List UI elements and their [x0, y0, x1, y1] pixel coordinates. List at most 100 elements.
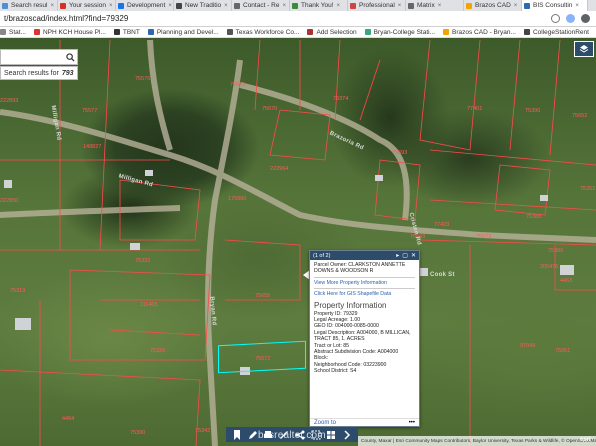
- star-icon[interactable]: [551, 14, 560, 23]
- maximize-icon[interactable]: ▢: [402, 252, 408, 259]
- shapefile-link[interactable]: Click Here for GIS Shapefile Data: [314, 291, 415, 297]
- parcel-label[interactable]: 77401: [467, 106, 482, 112]
- next-icon[interactable]: ▸: [396, 252, 399, 259]
- parcel-label[interactable]: 75390: [130, 430, 145, 436]
- search-icon[interactable]: [63, 52, 77, 62]
- tab-label: Matrix: [417, 2, 435, 9]
- browser-tab[interactable]: Your session ×: [58, 0, 116, 11]
- parcel-label[interactable]: 222964: [270, 166, 288, 172]
- parcel-label[interactable]: 75319: [10, 288, 25, 294]
- zoom-to-link[interactable]: Zoom to: [314, 420, 409, 426]
- extension-icon[interactable]: [566, 14, 575, 23]
- parcel-label[interactable]: 111405: [140, 302, 158, 308]
- browser-tab[interactable]: Thank You! ×: [290, 0, 348, 11]
- parcel-label[interactable]: 205476: [540, 264, 558, 270]
- browser-tab[interactable]: Brazos CAD ×: [464, 0, 522, 11]
- browser-tab[interactable]: Search resul ×: [0, 0, 58, 11]
- parcel-label[interactable]: 75576: [135, 76, 150, 82]
- parcel-label[interactable]: 75351: [580, 186, 595, 192]
- parcel-label[interactable]: 75332: [135, 258, 150, 264]
- parcel-label[interactable]: 75385: [548, 248, 563, 254]
- parcel-label[interactable]: 79374: [333, 96, 348, 102]
- parcel-label[interactable]: 222850: [0, 198, 18, 204]
- search-results-query: 793: [61, 69, 74, 77]
- bookmark-item[interactable]: TBNT: [113, 29, 140, 36]
- parcel-label[interactable]: 75390: [525, 108, 540, 114]
- parcel-label[interactable]: 4463: [560, 278, 572, 284]
- parcel-label[interactable]: 75573: [476, 234, 491, 240]
- basemap-gallery-icon[interactable]: [326, 429, 337, 440]
- parcel-label[interactable]: 75655: [230, 82, 245, 88]
- tab-close-icon[interactable]: ×: [224, 3, 228, 9]
- parcel-label[interactable]: 75655: [255, 293, 270, 299]
- layers-button[interactable]: [574, 41, 594, 57]
- bookmark-item[interactable]: Brazos CAD - Bryan...: [443, 29, 516, 36]
- search-input[interactable]: [1, 53, 63, 61]
- selected-parcel[interactable]: [218, 340, 306, 374]
- tab-favicon-icon: [350, 2, 356, 9]
- bookmark-item[interactable]: Planning and Devel...: [147, 29, 219, 36]
- popup-body: Parcel Owner: CLARKSTON ANNETTE DOWNS & …: [310, 260, 419, 377]
- address-bar[interactable]: t/brazoscad/index.html?find=79329: [0, 11, 596, 27]
- bookmark-item[interactable]: Add Selection: [307, 29, 357, 36]
- parcel-label[interactable]: 75388: [526, 214, 541, 220]
- bookmark-favicon-icon: [307, 29, 314, 35]
- tab-favicon-icon: [60, 2, 66, 9]
- parcel-label[interactable]: 77423: [434, 222, 449, 228]
- bookmark-label: Texas Workforce Co...: [235, 28, 300, 36]
- parcel-label[interactable]: 148827: [83, 144, 101, 150]
- parcel-label[interactable]: 75342: [195, 428, 210, 434]
- tab-close-icon[interactable]: ×: [168, 3, 172, 9]
- property-popup: (1 of 2) ▸ ▢ ✕ Parcel Owner: CLARKSTON A…: [309, 250, 420, 427]
- next-page-icon[interactable]: [342, 429, 353, 440]
- parcel-label[interactable]: 222893: [0, 98, 18, 104]
- view-more-link[interactable]: View More Property Information: [314, 280, 415, 286]
- tab-label: Search resul: [11, 2, 48, 9]
- layers-icon: [579, 45, 589, 53]
- tab-close-icon[interactable]: ×: [51, 3, 55, 9]
- tab-close-icon[interactable]: ×: [283, 3, 287, 9]
- browser-tab[interactable]: Professional ×: [348, 0, 406, 11]
- more-actions-icon[interactable]: •••: [409, 420, 415, 426]
- tab-close-icon[interactable]: ×: [398, 3, 402, 9]
- browser-tab[interactable]: BIS Consultin ×: [522, 0, 588, 11]
- aerial-map[interactable]: 222893 75577 75576 75655 75670 79374 774…: [0, 38, 596, 446]
- bookmark-label: Bryan-College Stati...: [373, 28, 435, 36]
- tab-close-icon[interactable]: ×: [575, 3, 579, 9]
- browser-tab[interactable]: Contact - Re ×: [232, 0, 290, 11]
- parcel-label[interactable]: 4464: [62, 416, 74, 422]
- draw-icon[interactable]: [247, 429, 258, 440]
- search-results-bar[interactable]: Search results for 793: [0, 66, 78, 80]
- browser-tab[interactable]: Matrix ×: [406, 0, 464, 11]
- close-icon[interactable]: ✕: [411, 252, 416, 259]
- tab-close-icon[interactable]: ×: [438, 3, 442, 9]
- parcel-label[interactable]: 75651: [555, 348, 570, 354]
- tab-close-icon[interactable]: ×: [514, 3, 518, 9]
- url-text[interactable]: t/brazoscad/index.html?find=79329: [0, 14, 551, 23]
- browser-tab[interactable]: New Traditio ×: [174, 0, 232, 11]
- bookmark-label: CollegeStationRent: [532, 28, 589, 36]
- bookmark-icon[interactable]: [231, 429, 242, 440]
- parcel-label[interactable]: 175960: [228, 196, 246, 202]
- popup-footer: Zoom to •••: [310, 418, 419, 426]
- parcel-label[interactable]: 75652: [572, 113, 587, 119]
- parcel-label[interactable]: 75320: [150, 348, 165, 354]
- browser-tab[interactable]: Development ×: [116, 0, 174, 11]
- bookmark-item[interactable]: Texas Workforce Co...: [226, 28, 300, 36]
- tab-label: Professional: [359, 2, 395, 9]
- bookmark-favicon-icon: [113, 29, 120, 35]
- bookmark-item[interactable]: Bryan-College Stati...: [364, 28, 435, 36]
- parcel-label[interactable]: 75593: [392, 150, 407, 156]
- parcel-label[interactable]: 75670: [262, 106, 277, 112]
- tab-label: Development: [127, 2, 166, 9]
- search-box[interactable]: [0, 49, 78, 65]
- profile-icon[interactable]: [581, 14, 590, 23]
- tab-close-icon[interactable]: ×: [337, 3, 341, 9]
- parcel-label[interactable]: 75577: [82, 108, 97, 114]
- bookmark-item[interactable]: NPH KCH House Pl...: [33, 29, 106, 36]
- tab-close-icon[interactable]: ×: [109, 3, 113, 9]
- bookmark-item[interactable]: Stat...: [0, 29, 26, 36]
- bookmark-item[interactable]: CollegeStationRent: [523, 28, 589, 36]
- parcel-label[interactable]: 97049: [520, 343, 535, 349]
- bookmark-favicon-icon: [523, 29, 530, 35]
